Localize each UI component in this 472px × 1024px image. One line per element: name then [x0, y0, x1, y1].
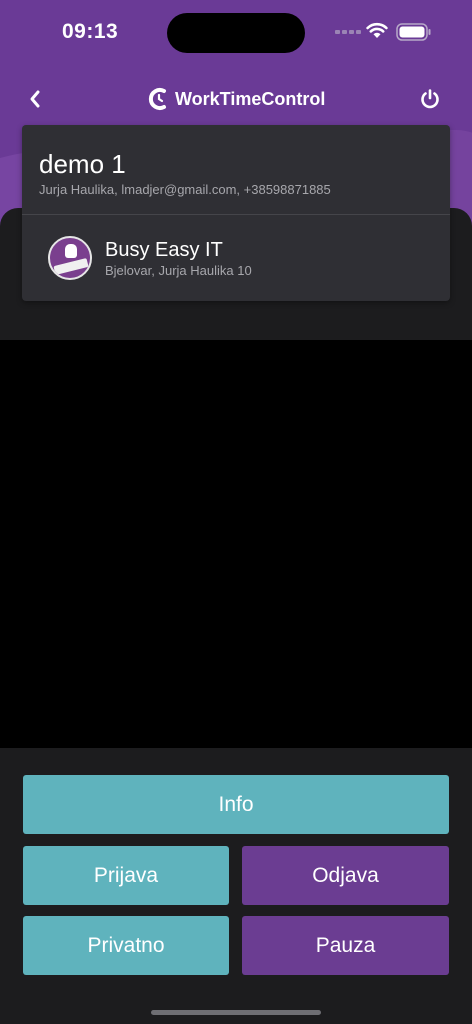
status-bar: 09:13 [0, 0, 472, 64]
info-button[interactable]: Info [23, 775, 449, 834]
odjava-button[interactable]: Odjava [242, 846, 449, 905]
home-indicator[interactable] [151, 1010, 321, 1015]
wifi-icon [366, 22, 388, 38]
power-icon [421, 89, 439, 109]
company-logo [48, 236, 92, 280]
camera-preview [0, 340, 472, 748]
company-section: Busy Easy IT Bjelovar, Jurja Haulika 10 [22, 215, 450, 301]
signal-icon [335, 30, 361, 34]
app-title: WorkTimeControl [175, 88, 326, 109]
prijava-button[interactable]: Prijava [23, 846, 229, 905]
company-name: Busy Easy IT [105, 238, 223, 261]
app-brand: WorkTimeControl [148, 86, 325, 112]
logo-ribbon [53, 258, 89, 275]
user-details: Jurja Haulika, lmadjer@gmail.com, +38598… [39, 182, 331, 197]
pauza-button[interactable]: Pauza [242, 916, 449, 975]
app-logo-icon [148, 88, 166, 110]
logout-button[interactable] [415, 84, 445, 114]
user-name: demo 1 [39, 149, 126, 179]
battery-icon [396, 23, 431, 41]
user-section: demo 1 Jurja Haulika, lmadjer@gmail.com,… [22, 125, 450, 215]
chevron-left-icon [30, 90, 40, 108]
navigation-bar: WorkTimeControl [0, 76, 472, 122]
status-time: 09:13 [62, 20, 119, 43]
user-card: demo 1 Jurja Haulika, lmadjer@gmail.com,… [22, 125, 450, 301]
company-address: Bjelovar, Jurja Haulika 10 [105, 262, 252, 278]
dynamic-island [167, 13, 305, 53]
back-button[interactable] [20, 84, 50, 114]
privatno-button[interactable]: Privatno [23, 916, 229, 975]
hand-icon [65, 244, 77, 258]
